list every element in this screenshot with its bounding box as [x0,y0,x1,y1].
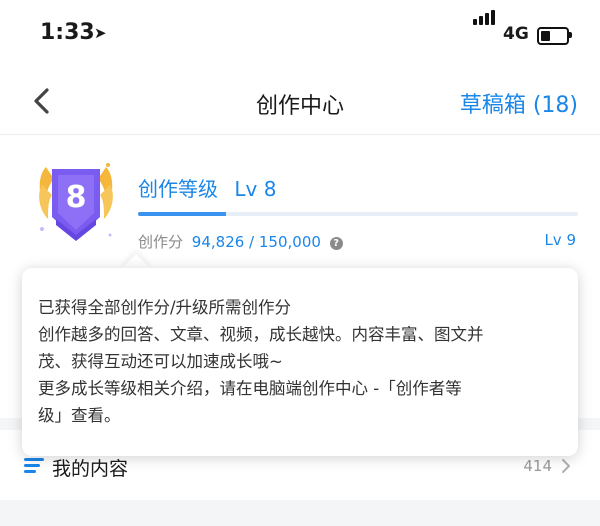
drafts-button[interactable]: 草稿箱 (18) [460,87,578,119]
points-row: 创作分 94,826 / 150,000 ? [138,231,343,252]
tooltip-line: 已获得全部创作分/升级所需创作分 [38,298,292,317]
tooltip-text: 已获得全部创作分/升级所需创作分 创作越多的回答、文章、视频，成长越快。内容丰富… [38,294,566,429]
bottom-section [0,500,600,526]
tooltip-line: 更多成长等级相关介绍，请在电脑端创作中心 -「创作者等 [38,379,462,398]
points-value: 94,826 / 150,000 [191,233,321,251]
creator-level-card: 8 创作等级 Lv 8 创作分 94,826 / 150,000 ? Lv 9 [0,135,600,260]
level-title: 创作等级 [138,177,218,201]
next-level: Lv 9 [544,231,576,249]
battery-cap [569,32,572,38]
question-circle-icon[interactable]: ? [329,237,343,250]
status-bar: 1:33 ➤ 4G [0,0,600,70]
location-arrow-icon: ➤ [94,24,107,42]
tooltip-line: 创作越多的回答、文章、视频，成长越快。内容丰富、图文并 [38,325,484,344]
battery-icon [537,27,569,45]
chevron-right-icon [562,459,570,473]
badge-number: 8 [66,180,87,215]
current-level: Lv 8 [234,177,277,201]
tooltip-line: 级」查看。 [38,406,121,425]
list-icon [24,458,44,474]
points-tooltip: 已获得全部创作分/升级所需创作分 创作越多的回答、文章、视频，成长越快。内容丰富… [22,268,578,456]
points-label: 创作分 [138,233,184,251]
nav-bar: 创作中心 草稿箱 (18) [0,70,600,135]
status-time: 1:33 [40,20,95,45]
my-content-count: 414 [523,457,552,475]
level-progress-bar [138,212,578,216]
level-badge-icon: 8 [39,163,113,241]
level-progress-fill [138,212,226,216]
tooltip-line: 茂、获得互动还可以加速成长哦~ [38,352,283,371]
network-type: 4G [503,24,529,44]
my-content-label: 我的内容 [52,458,129,480]
level-title-row: 创作等级 Lv 8 [138,173,276,202]
